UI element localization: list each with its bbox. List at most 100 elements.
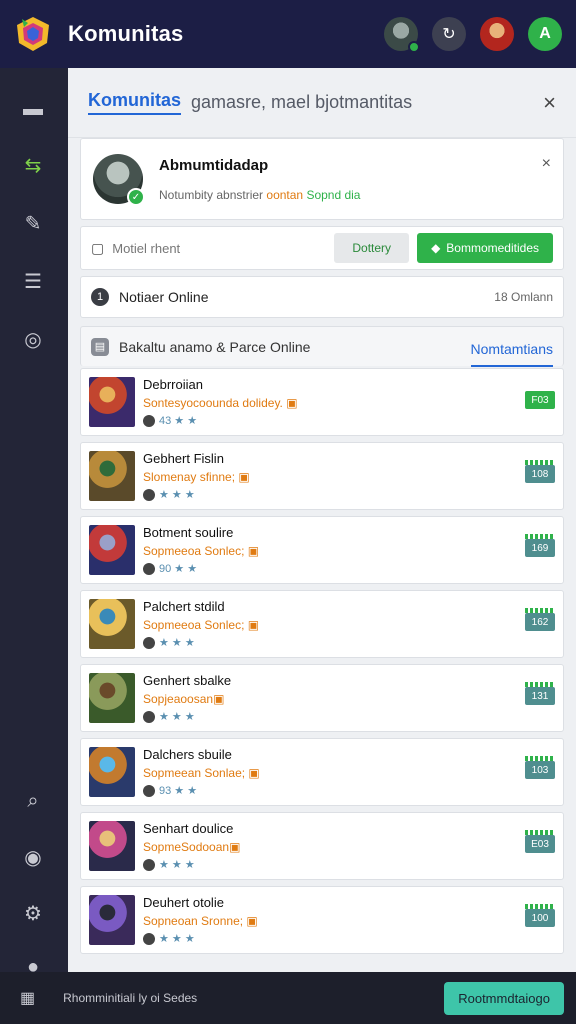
tab-members[interactable]: Nomtamtians [470, 341, 553, 367]
user-dot-icon [143, 414, 155, 427]
primary-button[interactable]: ◆ Bommomeditides [417, 233, 553, 263]
profile-status: Notumbity abnstrier oontan Sopnd dia [159, 188, 360, 202]
item-name: Debrroiian [143, 377, 203, 392]
panel-subtitle: gamasre, mael bjotmantitas [191, 92, 413, 112]
list-item[interactable]: Dalchers sbuile Sopmeean Sonlae; ▣ 93 ★ … [80, 738, 564, 806]
game-thumbnail [89, 599, 135, 649]
level-badge: 169 [525, 534, 555, 557]
user-dot-icon [143, 784, 155, 797]
level-badge: 162 [525, 608, 555, 631]
inbox-icon[interactable]: ▬ [18, 94, 48, 124]
profile-close-icon[interactable]: × [542, 155, 551, 173]
user-dot-icon [143, 858, 155, 871]
list-item[interactable]: Deuhert otolie Sopneoan Sronne; ▣ ★ ★ ★ … [80, 886, 564, 954]
swap-icon[interactable]: ⇆ [18, 150, 48, 180]
user-dot-icon [143, 710, 155, 723]
item-desc: Sopneoan Sronne; ▣ [143, 914, 555, 928]
list-item[interactable]: Genhert sbalke Sopjeaoosan▣ ★ ★ ★ 131 [80, 664, 564, 732]
item-desc: SopmeSodooan▣ [143, 840, 555, 854]
level-badge: 103 [525, 756, 555, 779]
list-item[interactable]: Senhart doulice SopmeSodooan▣ ★ ★ ★ E03 [80, 812, 564, 880]
close-icon[interactable]: × [543, 90, 556, 116]
game-thumbnail [89, 673, 135, 723]
user-dot-icon [143, 932, 155, 945]
gear-icon[interactable]: ⚙ [18, 898, 48, 928]
level-badge: 100 [525, 904, 555, 927]
status-text: Notumbity abnstrier [159, 187, 264, 202]
item-meta-text: 43 ★ ★ [159, 415, 198, 427]
list-item[interactable]: Palchert stdild Sopmeeoa Sonlec; ▣ ★ ★ ★… [80, 590, 564, 658]
footer-button[interactable]: Rootmmdtaiogo [444, 981, 564, 1015]
panel-header: Komunitas gamasre, mael bjotmantitas × [68, 68, 576, 138]
edit-icon[interactable]: ✎ [18, 208, 48, 238]
footer-text: Rhomminitiali ly oi Sedes [63, 991, 198, 1005]
game-thumbnail [89, 747, 135, 797]
item-name: Dalchers sbuile [143, 747, 232, 762]
zoom-icon[interactable]: ◉ [18, 842, 48, 872]
item-name: Deuhert otolie [143, 895, 224, 910]
game-thumbnail [89, 451, 135, 501]
item-desc: Sopmeean Sonlae; ▣ [143, 766, 555, 780]
secondary-button[interactable]: Dottery [334, 233, 410, 263]
lock-icon: ▣ [246, 914, 258, 928]
profile-button[interactable]: A [528, 17, 562, 51]
item-name: Genhert sbalke [143, 673, 232, 688]
item-desc-text: Sopjeaoosan [143, 692, 214, 706]
item-name: Gebhert Fislin [143, 451, 224, 466]
item-desc: Sopjeaoosan▣ [143, 692, 555, 706]
search-icon[interactable]: ⌕ [18, 786, 48, 816]
level-badge: 108 [525, 460, 555, 483]
user-avatar[interactable] [384, 17, 420, 53]
item-desc-text: Sopmeean Sonlae; [143, 766, 249, 780]
list-icon[interactable]: ☰ [18, 266, 48, 296]
footer-bar: ▦ Rhomminitiali ly oi Sedes Rootmmdtaiog… [0, 972, 576, 1024]
level-badge: F03 [525, 391, 555, 409]
item-desc-text: SopmeSodooan [143, 840, 230, 854]
online-row[interactable]: 1 Notiaer Online 18 Omlann [80, 276, 564, 318]
grid-icon[interactable]: ▦ [20, 988, 35, 1008]
list-item[interactable]: Gebhert Fislin Slomenay sfinne; ▣ ★ ★ ★ … [80, 442, 564, 510]
status-accent: oontan [266, 187, 304, 202]
app-logo-icon[interactable] [14, 15, 52, 53]
game-thumbnail [89, 525, 135, 575]
item-desc-text: Slomenay sfinne; [143, 470, 239, 484]
item-name: Palchert stdild [143, 599, 225, 614]
online-status-icon [408, 41, 420, 53]
item-name: Botment soulire [143, 525, 234, 540]
lock-icon: ▣ [213, 692, 225, 706]
info-icon: 1 [91, 288, 109, 306]
item-meta-text: ★ ★ ★ [159, 637, 195, 649]
item-desc-text: Sopmeeoa Sonlec; [143, 544, 248, 558]
top-bar: Komunitas ↻ A [0, 0, 576, 68]
check-icon: ✓ [127, 188, 145, 206]
item-meta-text: 90 ★ ★ [159, 563, 198, 575]
item-meta: ★ ★ ★ [143, 488, 555, 501]
item-meta: 43 ★ ★ [143, 414, 555, 427]
lock-icon: ▣ [229, 840, 241, 854]
profile-avatar[interactable]: ✓ [93, 154, 145, 206]
panel-title[interactable]: Komunitas [88, 90, 182, 115]
target-icon[interactable]: ◎ [18, 324, 48, 354]
action-bar: ▢ Motiel rhent Dottery ◆ Bommomeditides [80, 226, 564, 270]
app-title: Komunitas [68, 21, 184, 46]
game-thumbnail [89, 821, 135, 871]
item-meta: ★ ★ ★ [143, 858, 555, 871]
level-badge: 131 [525, 682, 555, 705]
community-panel: Komunitas gamasre, mael bjotmantitas × ✓… [68, 68, 576, 972]
online-count: 18 Omlann [494, 290, 553, 304]
list-item[interactable]: Debrroiian Sontesyocoounda dolidey. ▣ 43… [80, 368, 564, 436]
message-icon: ▢ [91, 239, 105, 256]
item-name: Senhart doulice [143, 821, 234, 836]
user-dot-icon [143, 636, 155, 649]
item-meta: ★ ★ ★ [143, 710, 555, 723]
friend-avatar[interactable] [480, 17, 514, 51]
lock-icon: ▣ [247, 544, 260, 558]
item-meta: 90 ★ ★ [143, 562, 555, 575]
group-icon: ▤ [91, 337, 109, 356]
item-desc: Sopmeeoa Sonlec; ▣ [143, 544, 555, 558]
refresh-button[interactable]: ↻ [432, 17, 466, 51]
list-header-label: Bakaltu anamo & Parce Online [119, 338, 311, 355]
game-thumbnail [89, 895, 135, 945]
list-item[interactable]: Botment soulire Sopmeeoa Sonlec; ▣ 90 ★ … [80, 516, 564, 584]
lock-icon: ▣ [286, 396, 298, 410]
